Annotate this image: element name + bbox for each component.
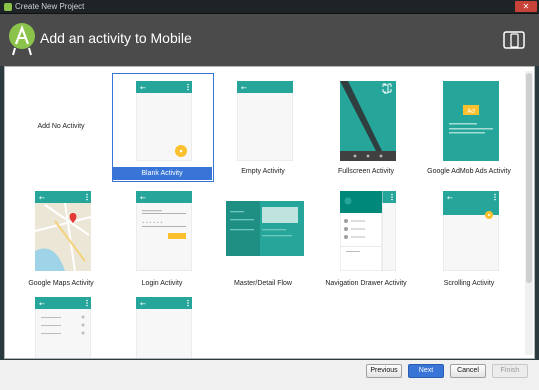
activity-scrolling-activity[interactable]: ← Scrolling Activity — [419, 183, 519, 291]
activity-label: Login Activity — [141, 280, 183, 287]
activity-google-admob-ads-activity[interactable]: Ad Google AdMob Ads Activity — [419, 73, 519, 181]
navigation-drawer-preview — [340, 191, 396, 271]
android-studio-icon — [4, 3, 12, 11]
activity-label: Navigation Drawer Activity — [325, 280, 407, 287]
activity-label: Blank Activity — [112, 167, 212, 180]
wizard-footer: Previous Next Cancel Finish — [0, 360, 539, 390]
activity-blank-activity[interactable]: ← Blank Activity — [112, 73, 214, 182]
activity-fullscreen-activity[interactable]: Fullscreen Activity — [316, 73, 416, 181]
ad-badge-text: Ad — [467, 108, 475, 115]
admob-activity-preview: Ad — [443, 81, 499, 161]
fullscreen-activity-preview — [340, 81, 396, 161]
wizard-header: Add an activity to Mobile — [0, 14, 539, 66]
basic-activity-preview: ← — [136, 297, 192, 358]
create-new-project-window: Create New Project ✕ Add an activity to … — [0, 0, 539, 390]
close-window-button[interactable]: ✕ — [515, 1, 537, 12]
login-activity-preview: ← • • • • • • — [136, 191, 192, 271]
activity-empty-activity[interactable]: ← Empty Activity — [213, 73, 313, 181]
android-studio-logo-icon — [9, 23, 35, 56]
activity-next-row-tile[interactable]: ← — [112, 293, 212, 358]
activity-login-activity[interactable]: ← • • • • • • Login Activity — [112, 183, 212, 291]
svg-text:←: ← — [140, 194, 146, 202]
maps-activity-preview: ← — [35, 191, 91, 271]
activity-label: Empty Activity — [241, 168, 285, 175]
previous-button[interactable]: Previous — [366, 364, 402, 378]
blank-activity-preview: ← — [136, 81, 192, 161]
svg-text:←: ← — [39, 300, 45, 308]
scrolling-activity-preview: ← — [443, 191, 499, 271]
next-button[interactable]: Next — [408, 364, 444, 378]
activity-master-detail-flow[interactable]: Master/Detail Flow — [213, 183, 313, 291]
tabbed-activity-preview: ← — [35, 297, 91, 358]
svg-text:←: ← — [140, 84, 146, 92]
activity-label: Master/Detail Flow — [234, 280, 292, 287]
window-title: Create New Project — [15, 2, 85, 11]
activity-navigation-drawer-activity[interactable]: Navigation Drawer Activity — [316, 183, 416, 291]
phone-tablet-icon — [503, 31, 525, 49]
page-title: Add an activity to Mobile — [40, 30, 192, 46]
gallery-scrollbar[interactable] — [525, 71, 533, 355]
activity-label: Google AdMob Ads Activity — [427, 168, 511, 175]
scrollbar-thumb[interactable] — [526, 73, 532, 283]
activity-label: Google Maps Activity — [28, 280, 94, 287]
svg-text:• • • • • •: • • • • • • — [142, 220, 163, 225]
activity-google-maps-activity[interactable]: ← Google Maps Activity — [11, 183, 111, 291]
activity-tabbed-activity[interactable]: ← — [11, 293, 111, 358]
cancel-button[interactable]: Cancel — [450, 364, 486, 378]
finish-button[interactable]: Finish — [492, 364, 528, 378]
svg-text:←: ← — [447, 194, 453, 202]
master-detail-preview — [226, 201, 304, 256]
activity-label: Scrolling Activity — [443, 280, 495, 287]
activity-gallery: Add No Activity ← Blank Activity ← Empty… — [4, 66, 535, 359]
activity-label: Add No Activity — [37, 123, 85, 130]
activity-add-no-activity[interactable]: Add No Activity — [11, 73, 111, 181]
svg-text:←: ← — [39, 194, 45, 202]
svg-text:←: ← — [241, 84, 247, 92]
activity-label: Fullscreen Activity — [337, 168, 395, 175]
window-titlebar: Create New Project ✕ — [0, 0, 539, 14]
svg-text:←: ← — [140, 300, 146, 308]
empty-activity-preview: ← — [237, 81, 293, 161]
